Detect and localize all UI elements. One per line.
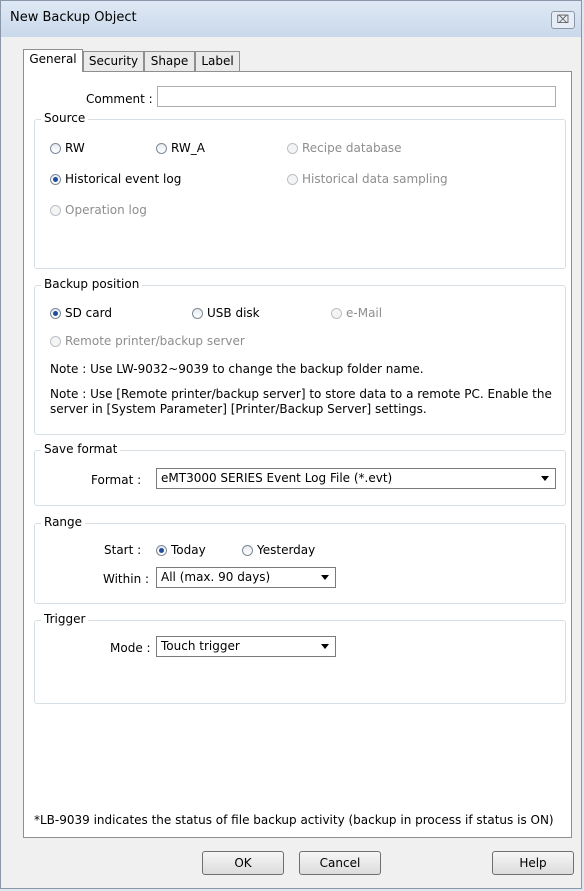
mode-label: Mode : [110,641,151,655]
radio-icon [156,143,167,154]
radio-icon [192,308,203,319]
radio-selected-icon [156,545,167,556]
chevron-down-icon [321,644,329,649]
backup-position-group: Backup position SD card USB disk e-Mail … [34,277,566,435]
tab-label[interactable]: Label [195,51,240,71]
chevron-down-icon [321,575,329,580]
radio-icon [287,143,298,154]
chevron-down-icon [541,476,549,481]
general-tab-panel: Comment : Source RW RW_A Recipe database… [23,71,572,838]
cancel-button[interactable]: Cancel [299,851,381,875]
source-group-title: Source [41,111,89,125]
close-button[interactable]: ⌧ [551,11,575,29]
backup-position-group-title: Backup position [41,277,143,291]
dialog-window: New Backup Object ⌧ General Security Sha… [0,0,582,889]
radio-source-recipe-database[interactable]: Recipe database [287,141,402,155]
trigger-group-title: Trigger [41,612,89,626]
radio-icon [50,205,61,216]
radio-start-today[interactable]: Today [156,543,206,557]
radio-icon [287,174,298,185]
close-icon: ⌧ [556,13,570,26]
radio-source-historical-event-log[interactable]: Historical event log [50,172,181,186]
format-select[interactable]: eMT3000 SERIES Event Log File (*.evt) [156,468,556,489]
radio-selected-icon [50,174,61,185]
ok-button[interactable]: OK [202,851,284,875]
backup-note-remote-line1: Note : Use [Remote printer/backup server… [50,387,552,401]
radio-backup-usb-disk[interactable]: USB disk [192,306,260,320]
start-label: Start : [104,543,142,557]
title-bar[interactable]: New Backup Object ⌧ [1,1,581,37]
radio-backup-email[interactable]: e-Mail [331,306,382,320]
radio-source-rw-a[interactable]: RW_A [156,141,205,155]
help-button[interactable]: Help [492,851,574,875]
backup-note-folder: Note : Use LW-9032~9039 to change the ba… [50,362,424,376]
trigger-group: Trigger Mode : Touch trigger [34,612,566,704]
backup-status-footnote: *LB-9039 indicates the status of file ba… [34,813,554,827]
radio-selected-icon [50,308,61,319]
mode-select[interactable]: Touch trigger [156,636,336,657]
within-select[interactable]: All (max. 90 days) [156,567,336,588]
comment-input[interactable] [157,86,556,107]
source-group: Source RW RW_A Recipe database Historica… [34,111,566,269]
tab-shape[interactable]: Shape [144,51,195,71]
tab-security[interactable]: Security [83,51,144,71]
radio-icon [331,308,342,319]
radio-icon [242,545,253,556]
comment-label: Comment : [86,92,153,106]
radio-backup-sd-card[interactable]: SD card [50,306,112,320]
radio-backup-remote-printer[interactable]: Remote printer/backup server [50,334,245,348]
save-format-group: Save format Format : eMT3000 SERIES Even… [34,442,566,506]
backup-note-remote-line2: server in [System Parameter] [Printer/Ba… [50,402,427,416]
within-label: Within : [103,572,150,586]
format-label: Format : [91,473,142,487]
radio-source-rw[interactable]: RW [50,141,85,155]
radio-source-historical-data-sampling[interactable]: Historical data sampling [287,172,448,186]
radio-icon [50,336,61,347]
radio-start-yesterday[interactable]: Yesterday [242,543,315,557]
save-format-group-title: Save format [41,442,121,456]
range-group-title: Range [41,515,86,529]
tab-general[interactable]: General [23,49,83,72]
range-group: Range Start : Today Yesterday Within : A… [34,515,566,604]
radio-icon [50,143,61,154]
window-title: New Backup Object [10,10,137,25]
radio-source-operation-log[interactable]: Operation log [50,203,147,217]
